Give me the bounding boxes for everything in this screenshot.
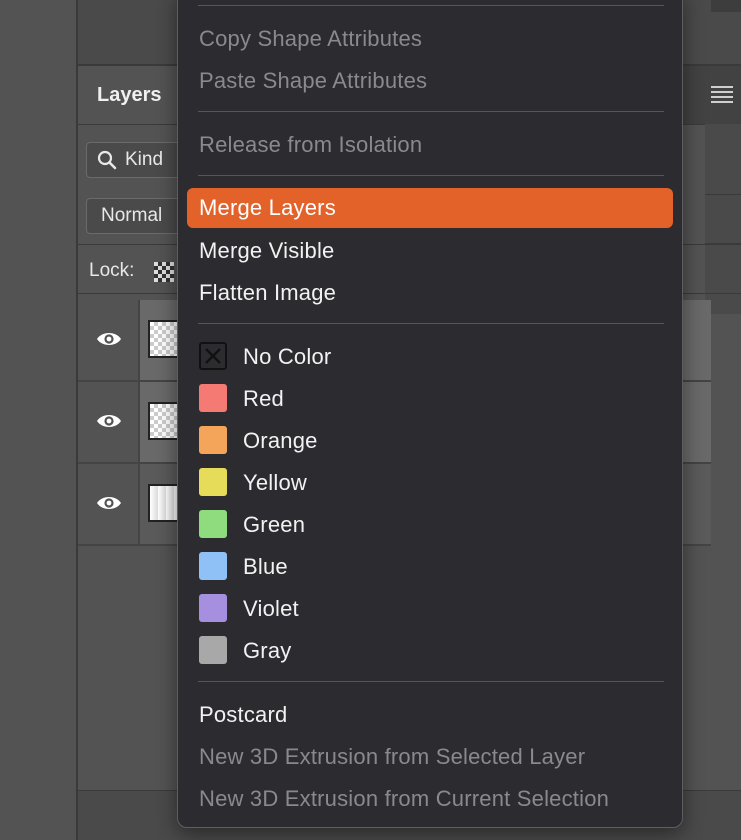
lock-label: Lock: [89, 260, 135, 281]
menu-item-red[interactable]: Red [187, 379, 673, 419]
menu-item-label: New 3D Extrusion from Selected Layer [199, 744, 586, 769]
menu-item-postcard[interactable]: Postcard [187, 695, 673, 735]
menu-item-label: Flatten Image [199, 280, 337, 305]
menu-item-merge-visible[interactable]: Merge Visible [187, 231, 673, 271]
menu-item-gray[interactable]: Gray [187, 631, 673, 671]
visibility-toggle[interactable] [78, 382, 140, 462]
menu-separator [198, 175, 664, 176]
upper-panel-corner [711, 0, 741, 12]
red-swatch-icon [199, 384, 227, 412]
eye-icon [97, 497, 121, 509]
search-icon [97, 150, 117, 170]
menu-item-label: Gray [243, 638, 292, 663]
eye-icon [97, 415, 121, 427]
menu-item-paste-shape-attributes: Paste Shape Attributes [187, 61, 673, 101]
menu-item-flatten-image[interactable]: Flatten Image [187, 273, 673, 313]
menu-item-label: Merge Visible [199, 238, 335, 263]
menu-item-label: Green [243, 512, 306, 537]
menu-item-no-color[interactable]: No Color [187, 337, 673, 377]
menu-item-label: Yellow [243, 470, 307, 495]
menu-item-label: Merge Layers [199, 195, 336, 220]
menu-item-label: Release from Isolation [199, 132, 423, 157]
yellow-swatch-icon [199, 468, 227, 496]
violet-swatch-icon [199, 594, 227, 622]
menu-separator [198, 681, 664, 682]
menu-item-copy-shape-attributes: Copy Shape Attributes [187, 19, 673, 59]
menu-item-label: Paste Shape Attributes [199, 68, 428, 93]
lock-transparency-icon[interactable] [154, 262, 174, 282]
menu-item-orange[interactable]: Orange [187, 421, 673, 461]
menu-separator [198, 111, 664, 112]
menu-item-label: No Color [243, 344, 332, 369]
menu-item-label: Red [243, 386, 284, 411]
kind-filter-dropdown[interactable]: Kind [86, 142, 188, 178]
photoshop-window: Layers Kind Normal Lock: Copy Shape Attr… [0, 0, 741, 840]
menu-item-label: Postcard [199, 702, 288, 727]
orange-swatch-icon [199, 426, 227, 454]
eye-icon [97, 333, 121, 345]
menu-item-3d-extrusion-current-selection: New 3D Extrusion from Current Selection [187, 779, 673, 819]
visibility-toggle[interactable] [78, 464, 140, 544]
left-tool-strip [0, 0, 76, 840]
opacity-control-area [705, 194, 741, 244]
blue-swatch-icon [199, 552, 227, 580]
menu-item-label: Orange [243, 428, 318, 453]
green-swatch-icon [199, 510, 227, 538]
menu-item-blue[interactable]: Blue [187, 547, 673, 587]
panel-menu-icon[interactable] [711, 86, 733, 103]
menu-item-3d-extrusion-selected-layer: New 3D Extrusion from Selected Layer [187, 737, 673, 777]
menu-item-merge-layers[interactable]: Merge Layers [187, 188, 673, 228]
menu-item-green[interactable]: Green [187, 505, 673, 545]
menu-separator [198, 5, 664, 6]
menu-item-label: Blue [243, 554, 288, 579]
kind-filter-label: Kind [125, 149, 164, 170]
tab-layers[interactable]: Layers [78, 66, 178, 124]
menu-item-violet[interactable]: Violet [187, 589, 673, 629]
layer-context-menu: Copy Shape Attributes Paste Shape Attrib… [177, 0, 683, 828]
menu-item-release-from-isolation: Release from Isolation [187, 125, 673, 165]
menu-separator [198, 323, 664, 324]
visibility-toggle[interactable] [78, 300, 140, 380]
gray-swatch-icon [199, 636, 227, 664]
menu-item-label: New 3D Extrusion from Current Selection [199, 786, 610, 811]
menu-item-label: Copy Shape Attributes [199, 26, 423, 51]
tab-layers-label: Layers [97, 84, 162, 106]
no-color-swatch-icon [199, 342, 227, 370]
menu-item-label: Violet [243, 596, 299, 621]
menu-item-yellow[interactable]: Yellow [187, 463, 673, 503]
blend-mode-label: Normal [101, 205, 163, 226]
